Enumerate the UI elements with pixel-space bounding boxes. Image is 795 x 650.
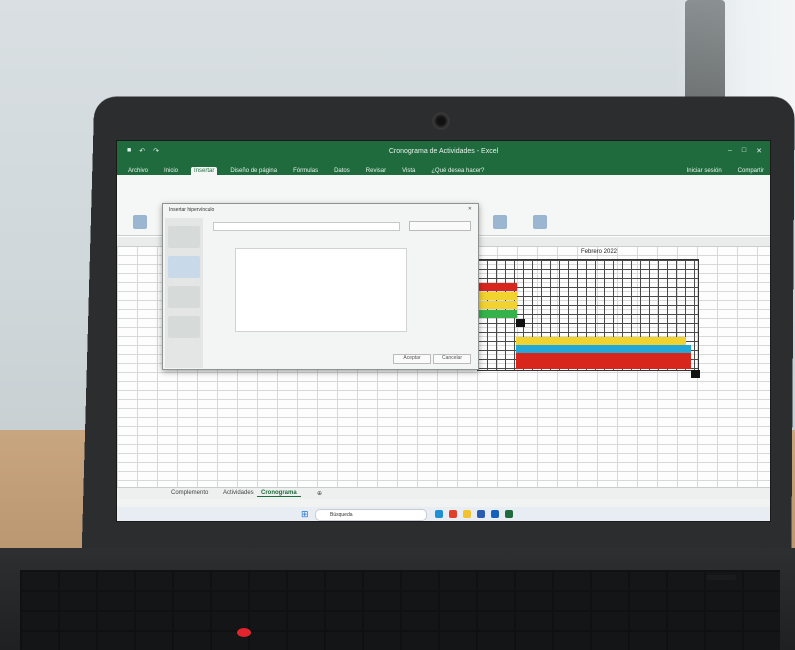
cancel-button[interactable]: Cancelar [433, 354, 471, 364]
tab-revisar[interactable]: Revisar [363, 167, 389, 175]
tab-archivo[interactable]: Archivo [125, 167, 151, 175]
tab-vista[interactable]: Vista [399, 167, 418, 175]
tab-formulas[interactable]: Fórmulas [290, 167, 321, 175]
outlook-icon[interactable] [491, 510, 499, 518]
tab-datos[interactable]: Datos [331, 167, 353, 175]
window-title: Cronograma de Actividades - Excel [388, 147, 499, 155]
table-icon [133, 215, 147, 229]
signin-button[interactable]: Iniciar sesión [684, 167, 725, 175]
ribbon-tabs: Archivo Inicio Insertar Diseño de página… [117, 161, 770, 175]
laptop-screen: ■ ↶ ↷ Cronograma de Actividades - Excel … [116, 140, 771, 522]
trackpoint-nub[interactable] [237, 628, 251, 637]
status-bar [117, 499, 770, 507]
symbol-icon [533, 215, 547, 229]
gantt-bar [516, 345, 691, 353]
redo-icon[interactable]: ↷ [153, 147, 159, 155]
ribbon-group[interactable] [125, 179, 155, 231]
minimize-icon[interactable]: – [728, 147, 732, 155]
share-button[interactable]: Compartir [735, 167, 770, 175]
excel-titlebar: ■ ↶ ↷ Cronograma de Actividades - Excel … [117, 141, 770, 161]
gantt-bar [479, 301, 517, 309]
dialog-sidebar [165, 218, 203, 368]
maximize-icon[interactable]: □ [742, 147, 746, 155]
screentip-button[interactable] [409, 221, 471, 231]
dialog-title: Insertar hipervínculo [169, 207, 215, 213]
sheet-tab-actividades[interactable]: Actividades [219, 490, 258, 496]
link-option[interactable] [168, 226, 200, 248]
tab-inicio[interactable]: Inicio [161, 167, 181, 175]
gantt-bar [516, 319, 525, 327]
gantt-month-label: Febrero 2022 [581, 249, 618, 255]
tab-diseno[interactable]: Diseño de página [227, 167, 280, 175]
location-list[interactable] [235, 248, 407, 332]
folder-icon[interactable] [463, 510, 471, 518]
edge-icon[interactable] [435, 510, 443, 518]
gantt-bar [691, 370, 700, 378]
gantt-bar [479, 292, 517, 300]
excel-icon[interactable] [505, 510, 513, 518]
insert-hyperlink-dialog: Insertar hipervínculo ✕ Aceptar Cancelar [162, 203, 479, 370]
dialog-close-icon[interactable]: ✕ [468, 206, 472, 212]
link-option-selected[interactable] [168, 256, 200, 278]
tab-insertar[interactable]: Insertar [191, 167, 218, 175]
help-search[interactable]: ¿Qué desea hacer? [428, 167, 487, 175]
ribbon-group[interactable] [485, 179, 515, 231]
ok-button[interactable]: Aceptar [393, 354, 431, 364]
gantt-bar [516, 353, 691, 361]
windows-start-icon[interactable]: ⊞ [301, 509, 309, 520]
text-icon [493, 215, 507, 229]
text-to-display-field[interactable] [213, 222, 400, 231]
store-icon[interactable] [477, 510, 485, 518]
gantt-bar [479, 283, 517, 291]
link-option[interactable] [168, 286, 200, 308]
keyboard-keys[interactable] [20, 570, 780, 650]
windows-taskbar: ⊞ Búsqueda [117, 507, 770, 521]
sheet-tab-cronograma[interactable]: Cronograma [257, 490, 301, 497]
link-option[interactable] [168, 316, 200, 338]
gantt-bar [516, 337, 686, 345]
ribbon-group[interactable] [525, 179, 555, 231]
sheet-tab-complemento[interactable]: Complemento [167, 490, 212, 496]
close-icon[interactable]: ✕ [756, 147, 762, 155]
gantt-bar [479, 310, 517, 318]
chrome-icon[interactable] [449, 510, 457, 518]
add-sheet-icon[interactable]: ⊕ [313, 490, 326, 497]
gantt-bar [516, 361, 691, 369]
webcam-icon [432, 112, 450, 130]
taskbar-search[interactable]: Búsqueda [315, 509, 427, 521]
undo-icon[interactable]: ↶ [139, 147, 145, 155]
save-icon[interactable]: ■ [127, 147, 131, 155]
